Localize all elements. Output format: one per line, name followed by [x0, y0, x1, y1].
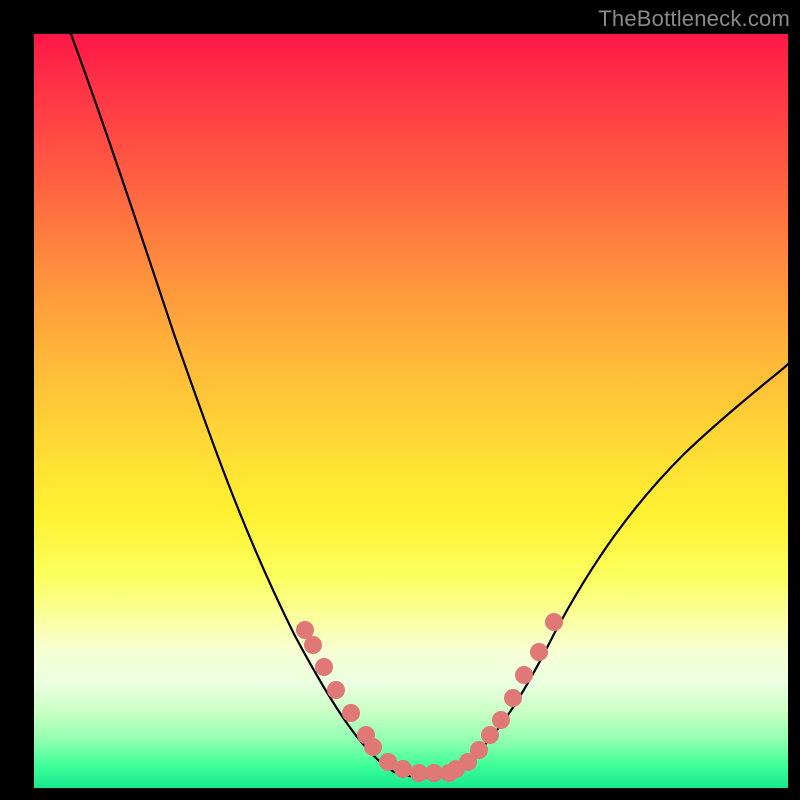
chart-svg — [34, 34, 788, 788]
bottleneck-curve — [71, 34, 788, 777]
plot-area — [34, 34, 788, 788]
watermark-text: TheBottleneck.com — [598, 6, 790, 32]
chart-frame: TheBottleneck.com — [0, 0, 800, 800]
highlight-dots — [296, 613, 563, 782]
